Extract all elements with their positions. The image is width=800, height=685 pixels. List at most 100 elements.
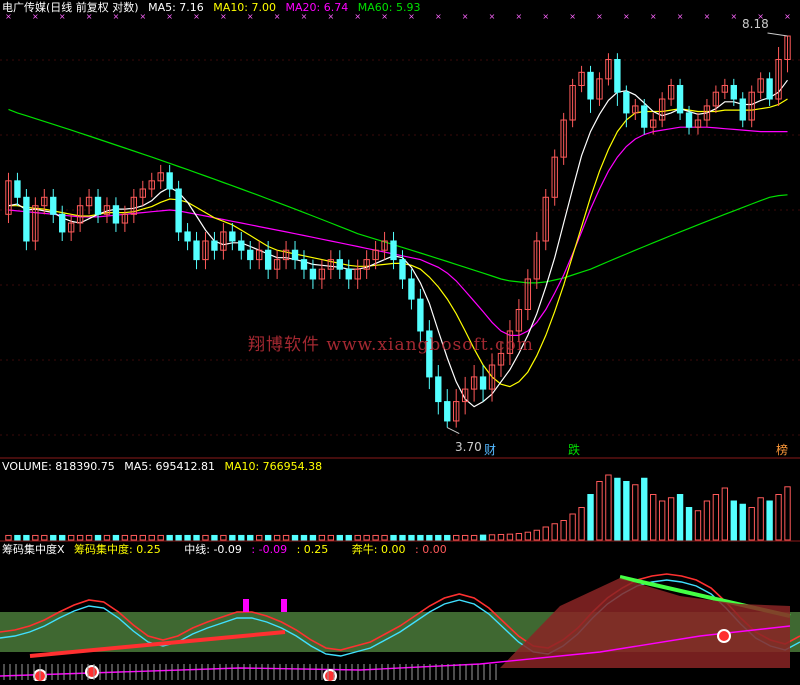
volume-bar [632, 484, 639, 541]
volume-bar [130, 534, 138, 541]
candle [390, 240, 397, 261]
candle [229, 231, 236, 242]
candle [112, 205, 120, 224]
event-die: 跌 [568, 443, 581, 457]
volume-bar [103, 534, 111, 541]
candle [193, 240, 200, 261]
ma60-label: MA60: 5.93 [357, 1, 421, 14]
signal-marker: × [677, 12, 684, 21]
mid-line-label: 中线: -0.09 [184, 543, 242, 556]
volume-bar [85, 534, 93, 541]
volume-bar [712, 494, 720, 541]
indicator-signal-bar [281, 599, 287, 612]
signal-marker: × [596, 12, 603, 21]
volume-bar [596, 481, 603, 541]
volume-bar [76, 534, 84, 541]
volume-bar [157, 534, 164, 541]
volume-bar [453, 534, 460, 541]
volume-bar [757, 497, 764, 541]
volume-bar [641, 477, 648, 541]
signal-marker: × [730, 12, 737, 21]
volume-bar [426, 534, 433, 541]
candle [309, 268, 317, 280]
volume-bar [542, 526, 549, 541]
bull-label: 奔牛: 0.00 [351, 543, 406, 556]
volume-bar [685, 507, 693, 541]
volume-bar [238, 534, 245, 541]
volume-bar [569, 513, 576, 541]
candle [399, 259, 406, 280]
candle [676, 84, 684, 114]
volume-bar [112, 534, 120, 541]
volume-bar [363, 534, 370, 541]
volume-bar [506, 533, 514, 541]
volume-bar [148, 534, 155, 541]
ma20-label: MA20: 6.74 [285, 1, 349, 14]
high-pointer [767, 32, 788, 37]
event-cai: 财 [484, 443, 497, 457]
indicator-header: 筹码集中度X 筹码集中度: 0.25 中线: -0.09 : -0.09 : 0… [2, 543, 453, 557]
signal-marker: × [489, 12, 496, 21]
high-price-label: 8.18 [742, 17, 769, 31]
volume-header: VOLUME: 818390.75 MA5: 695412.81 MA10: 7… [2, 460, 328, 474]
volume-bar [381, 534, 388, 541]
candle [94, 196, 102, 215]
volume-bar [175, 534, 182, 541]
volume-bar [121, 534, 129, 541]
volume-bar [479, 534, 487, 541]
volume-bar [229, 534, 236, 541]
candle [730, 84, 737, 100]
volume-bar [202, 534, 209, 541]
volume-bar [417, 534, 424, 541]
volume-bar [166, 534, 173, 541]
volume-bar [193, 534, 200, 541]
candle [417, 298, 424, 332]
signal-marker: × [516, 12, 523, 21]
candle [444, 401, 451, 422]
watermark: 翔博软件 www.xiangbosoft.com [248, 335, 534, 355]
signal-marker: × [542, 12, 549, 21]
volume-ma10-label: MA10: 766954.38 [224, 460, 323, 473]
volume-bar [605, 474, 612, 541]
volume-bar [94, 534, 102, 541]
candle [247, 249, 254, 261]
indicator-signal-bar [243, 599, 249, 612]
low-pointer [447, 427, 460, 435]
signal-marker: × [623, 12, 630, 21]
candle [50, 196, 57, 215]
volume-bar [650, 494, 657, 541]
indicator-buy-circle [717, 629, 731, 643]
candle [175, 188, 182, 233]
ma10-label: MA10: 7.00 [213, 1, 277, 14]
volume-bar [5, 534, 12, 541]
candle [479, 376, 487, 390]
candle [766, 78, 773, 100]
volume-bar [282, 534, 290, 541]
volume-bar [14, 534, 21, 541]
price-header: 电广传媒(日线 前复权 对数) MA5: 7.16 MA10: 7.00 MA2… [2, 1, 426, 15]
volume-bar [327, 534, 335, 541]
volume-bar [32, 534, 39, 541]
volume-bar [560, 520, 567, 541]
stock-title: 电广传媒(日线 前复权 对数) [2, 1, 139, 14]
volume-bar [658, 500, 666, 541]
candle [435, 376, 442, 403]
volume-label: VOLUME: 818390.75 [2, 460, 115, 473]
volume-bar [300, 534, 308, 541]
signal-marker: × [462, 12, 469, 21]
candle [291, 249, 299, 261]
volume-bar [184, 534, 191, 541]
volume-bar [399, 534, 406, 541]
volume-bar [336, 534, 343, 541]
volume-bar [435, 534, 442, 541]
volume-bar [748, 507, 755, 541]
candle [238, 240, 245, 251]
volume-bar [703, 500, 711, 541]
candle [345, 268, 352, 280]
indicator-name: 筹码集中度X [2, 543, 65, 556]
volume-bar [775, 494, 782, 541]
volume-bar [497, 533, 505, 541]
candle [23, 196, 30, 242]
mid-line-v2: : -0.09 [251, 543, 288, 556]
ma5-label: MA5: 7.16 [148, 1, 204, 14]
